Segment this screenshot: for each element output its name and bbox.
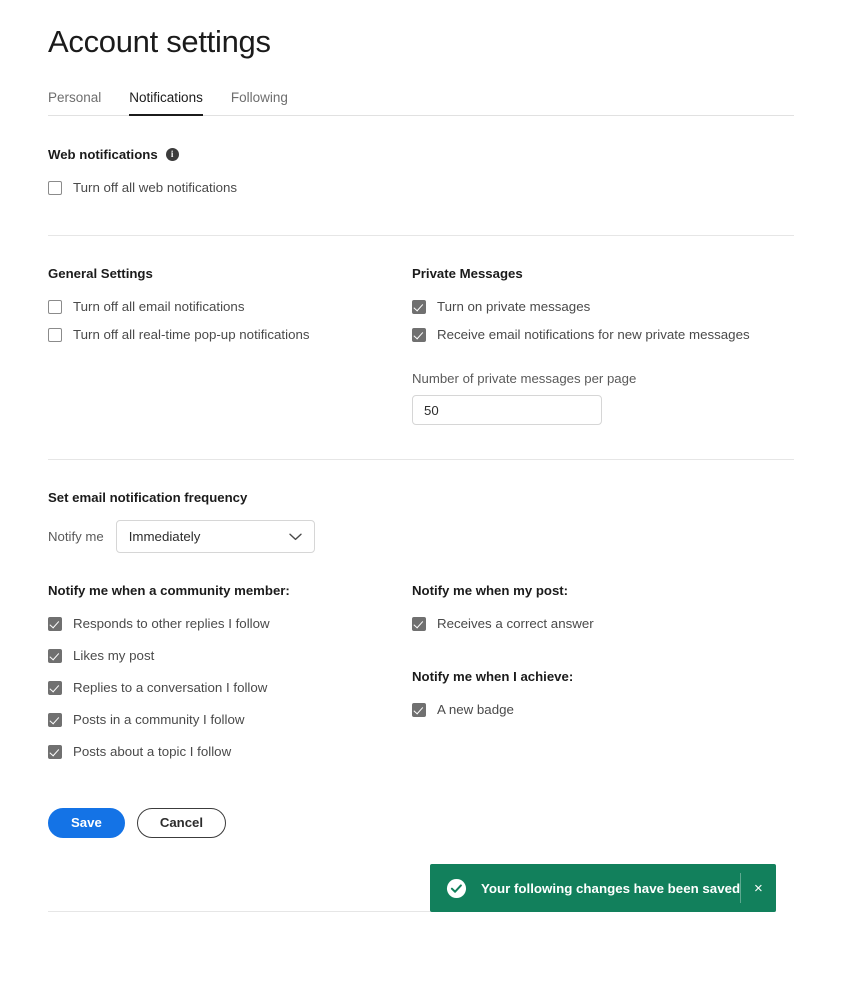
checkbox-row-responds-to-other-replies[interactable]: Responds to other replies I follow: [48, 610, 412, 638]
tab-personal[interactable]: Personal: [48, 90, 101, 116]
tab-notifications[interactable]: Notifications: [129, 90, 203, 116]
notify-frequency-select[interactable]: Immediately: [115, 520, 315, 553]
email-frequency-section: Set email notification frequency Notify …: [48, 460, 794, 553]
form-actions: Save Cancel: [48, 808, 794, 838]
checkbox-likes-my-post[interactable]: [48, 649, 62, 663]
checkbox-turn-off-web-notifications[interactable]: [48, 181, 62, 195]
achieve-title: Notify me when I achieve:: [412, 669, 574, 684]
checkbox-responds-to-other-replies[interactable]: [48, 617, 62, 631]
chevron-down-icon: [289, 533, 302, 541]
checkbox-label: Turn off all real-time pop-up notificati…: [73, 327, 310, 343]
community-member-column: Notify me when a community member: Respo…: [48, 583, 412, 766]
checkbox-row-receive-email-for-private-messages[interactable]: Receive email notifications for new priv…: [412, 321, 794, 349]
checkbox-row-likes-my-post[interactable]: Likes my post: [48, 642, 412, 670]
notify-me-label: Notify me: [48, 529, 104, 544]
checkbox-receives-correct-answer[interactable]: [412, 617, 426, 631]
community-member-title: Notify me when a community member:: [48, 583, 290, 598]
notify-me-row: Notify me Immediately: [48, 520, 794, 553]
checkbox-label: Receive email notifications for new priv…: [437, 327, 750, 343]
checkbox-row-turn-off-popup-notifications[interactable]: Turn off all real-time pop-up notificati…: [48, 321, 412, 349]
checkbox-row-turn-off-email-notifications[interactable]: Turn off all email notifications: [48, 293, 412, 321]
checkbox-posts-in-community[interactable]: [48, 713, 62, 727]
checkbox-row-turn-on-private-messages[interactable]: Turn on private messages: [412, 293, 794, 321]
checkbox-row-posts-about-topic[interactable]: Posts about a topic I follow: [48, 738, 412, 766]
check-circle-icon: [446, 878, 467, 899]
close-icon[interactable]: ×: [741, 864, 776, 912]
checkbox-turn-off-popup-notifications[interactable]: [48, 328, 62, 342]
checkbox-row-replies-to-conversation[interactable]: Replies to a conversation I follow: [48, 674, 412, 702]
checkbox-label: Turn off all web notifications: [73, 180, 238, 196]
general-and-private-section: General Settings Turn off all email noti…: [48, 236, 794, 459]
checkbox-replies-to-conversation[interactable]: [48, 681, 62, 695]
checkbox-row-turn-off-web-notifications[interactable]: Turn off all web notifications: [48, 174, 794, 202]
cancel-button[interactable]: Cancel: [136, 808, 227, 838]
account-settings-page: Account settings Personal Notifications …: [0, 0, 842, 999]
checkbox-label: Turn off all email notifications: [73, 299, 245, 315]
checkbox-label: Likes my post: [73, 648, 155, 664]
private-messages-column: Private Messages Turn on private message…: [412, 266, 794, 425]
messages-per-page-label: Number of private messages per page: [412, 371, 637, 386]
notify-frequency-value: Immediately: [128, 529, 201, 544]
tab-following[interactable]: Following: [231, 90, 288, 116]
web-notifications-section: Web notifications i Turn off all web not…: [48, 116, 794, 235]
success-toast: Your following changes have been saved ×: [430, 864, 776, 912]
private-messages-title: Private Messages: [412, 266, 523, 281]
checkbox-label: Responds to other replies I follow: [73, 616, 270, 632]
checkbox-receive-email-for-private-messages[interactable]: [412, 328, 426, 342]
save-button[interactable]: Save: [48, 808, 125, 838]
page-title: Account settings: [48, 24, 271, 59]
email-frequency-title: Set email notification frequency: [48, 490, 248, 505]
checkbox-posts-about-topic[interactable]: [48, 745, 62, 759]
checkbox-turn-on-private-messages[interactable]: [412, 300, 426, 314]
checkbox-label: Replies to a conversation I follow: [73, 680, 268, 696]
notify-lists-section: Notify me when a community member: Respo…: [48, 583, 794, 766]
checkbox-label: Receives a correct answer: [437, 616, 594, 632]
checkbox-label: Posts in a community I follow: [73, 712, 245, 728]
checkbox-a-new-badge[interactable]: [412, 703, 426, 717]
info-icon[interactable]: i: [165, 148, 179, 161]
settings-tabs: Personal Notifications Following: [48, 83, 794, 116]
general-settings-column: General Settings Turn off all email noti…: [48, 266, 412, 425]
checkbox-turn-off-email-notifications[interactable]: [48, 300, 62, 314]
my-post-title: Notify me when my post:: [412, 583, 569, 598]
general-settings-title: General Settings: [48, 266, 153, 281]
toast-message: Your following changes have been saved: [481, 880, 741, 896]
checkbox-label: Turn on private messages: [437, 299, 591, 315]
web-notifications-heading: Web notifications i: [48, 147, 794, 162]
web-notifications-title: Web notifications: [48, 147, 158, 162]
checkbox-row-receives-correct-answer[interactable]: Receives a correct answer: [412, 610, 794, 638]
messages-per-page-input[interactable]: [412, 395, 602, 425]
my-post-and-achieve-column: Notify me when my post: Receives a corre…: [412, 583, 794, 766]
checkbox-label: A new badge: [437, 702, 514, 718]
checkbox-label: Posts about a topic I follow: [73, 744, 232, 760]
checkbox-row-a-new-badge[interactable]: A new badge: [412, 696, 794, 724]
checkbox-row-posts-in-community[interactable]: Posts in a community I follow: [48, 706, 412, 734]
